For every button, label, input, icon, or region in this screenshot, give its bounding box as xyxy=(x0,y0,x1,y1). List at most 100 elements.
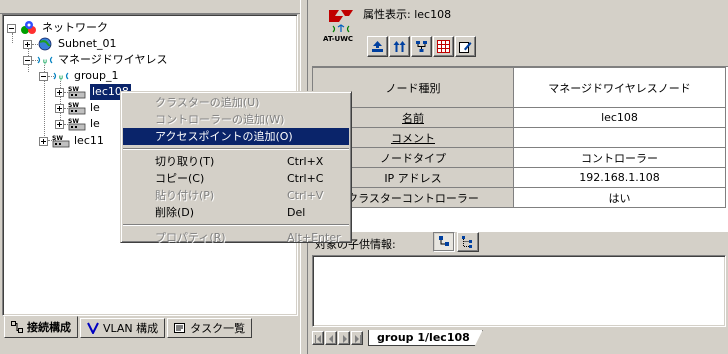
menu-item-label: 切り取り(T) xyxy=(155,155,215,168)
edit-icon xyxy=(459,42,472,53)
table-value-cell[interactable]: はい xyxy=(513,187,726,208)
right-pane: AT-UWC 属性表示: lec108 ノード種別 マネージドワイヤレスノード … xyxy=(309,0,728,354)
tab-vlan[interactable]: VLAN 構成 xyxy=(80,318,166,338)
edit-button[interactable] xyxy=(455,36,476,57)
menu-item-shortcut: Alt+Enter xyxy=(287,231,341,244)
svg-text:ψ: ψ xyxy=(59,74,63,81)
tab-topology[interactable]: 接続構成 xyxy=(4,316,78,338)
table-value-cell[interactable]: 192.168.1.108 xyxy=(513,167,726,188)
menu-item-shortcut: Ctrl+V xyxy=(287,189,324,202)
table-row: クラスターコントローラー はい xyxy=(312,187,726,208)
switch-icon: SW xyxy=(68,101,86,115)
menu-separator xyxy=(123,148,349,150)
network-icon xyxy=(20,21,38,35)
detail-view-icon xyxy=(439,236,449,246)
tree-node-switch[interactable]: SW le xyxy=(55,116,100,132)
attribute-toolbar xyxy=(367,36,477,57)
sheet-tab[interactable]: group 1/lec108 xyxy=(368,330,483,346)
menu-item-paste[interactable]: 貼り付け(P) Ctrl+V xyxy=(123,187,349,204)
expand-toggle[interactable] xyxy=(55,119,64,129)
menu-item-label: プロパティ(R) xyxy=(155,231,226,244)
table-row: 名前 lec108 xyxy=(312,107,726,128)
table-row: IP アドレス 192.168.1.108 xyxy=(312,167,726,188)
tree-label: マネージドワイヤレス xyxy=(58,53,168,66)
at-uwc-logo: AT-UWC xyxy=(323,8,357,43)
tree-node-managed-wireless[interactable]: ψ マネージドワイヤレス xyxy=(23,52,167,68)
menu-item-add-controller[interactable]: コントローラーの追加(W) xyxy=(123,111,349,128)
last-sheet-button[interactable] xyxy=(351,331,363,345)
left-tab-bar: 接続構成 VLAN 構成 タスク一覧 xyxy=(4,316,254,340)
context-menu: クラスターの追加(U) コントローラーの追加(W) アクセスポイントの追加(O)… xyxy=(120,91,352,246)
first-sheet-button[interactable] xyxy=(312,331,324,345)
svg-text:ψ: ψ xyxy=(43,58,47,65)
globe-icon xyxy=(36,37,54,51)
table-header-row: ノード種別 マネージドワイヤレスノード xyxy=(312,67,726,108)
menu-item-add-cluster[interactable]: クラスターの追加(U) xyxy=(123,94,349,111)
transfer-icon xyxy=(393,41,406,52)
menu-item-label: コントローラーの追加(W) xyxy=(155,113,285,126)
table-row: コメント xyxy=(312,127,726,148)
tree-node-lec11[interactable]: SW lec11 xyxy=(39,133,104,149)
upload-icon xyxy=(372,41,383,52)
tab-task-list[interactable]: タスク一覧 xyxy=(167,318,253,338)
table-value-cell[interactable]: マネージドワイヤレスノード xyxy=(513,67,726,108)
table-value-cell[interactable]: コントローラー xyxy=(513,147,726,168)
upload-button[interactable] xyxy=(367,36,388,57)
detail-view-button[interactable] xyxy=(433,232,455,252)
attribute-title: 属性表示: lec108 xyxy=(363,8,452,21)
menu-item-label: 貼り付け(P) xyxy=(155,189,215,202)
transfer-button[interactable] xyxy=(389,36,410,57)
logo-text: AT-UWC xyxy=(323,35,354,43)
switch-icon: SW xyxy=(68,85,86,99)
tree-view-icon xyxy=(462,236,472,248)
menu-item-copy[interactable]: コピー(C) Ctrl+C xyxy=(123,170,349,187)
wireless-icon: ψ xyxy=(36,53,54,67)
tab-label: VLAN 構成 xyxy=(103,322,159,335)
child-view-buttons xyxy=(433,232,481,252)
collapse-toggle[interactable] xyxy=(7,23,16,33)
task-list-icon xyxy=(174,322,186,334)
expand-toggle[interactable] xyxy=(55,103,64,113)
child-info-panel[interactable] xyxy=(312,255,726,327)
attribute-table-panel: ノード種別 マネージドワイヤレスノード 名前 lec108 コメント ノードタイ… xyxy=(312,66,728,232)
menu-item-shortcut: Del xyxy=(287,206,306,219)
tab-label: 接続構成 xyxy=(27,321,71,334)
menu-item-properties[interactable]: プロパティ(R) Alt+Enter xyxy=(123,229,349,246)
tree-label: group_1 xyxy=(74,69,119,82)
tree-view-button[interactable] xyxy=(457,232,479,252)
menu-item-shortcut: Ctrl+X xyxy=(287,155,324,168)
menu-item-delete[interactable]: 削除(D) Del xyxy=(123,204,349,221)
expand-toggle[interactable] xyxy=(23,39,32,49)
network-map-icon xyxy=(416,41,427,52)
tree-node-network[interactable]: ネットワーク xyxy=(7,20,108,36)
collapse-toggle[interactable] xyxy=(39,71,48,81)
collapse-toggle[interactable] xyxy=(23,55,32,65)
prev-sheet-button[interactable] xyxy=(325,331,337,345)
menu-item-shortcut: Ctrl+C xyxy=(287,172,324,185)
switch-icon: SW xyxy=(68,117,86,131)
table-value-cell[interactable]: lec108 xyxy=(513,107,726,128)
tree-node-switch[interactable]: SW le xyxy=(55,100,100,116)
table-value-cell[interactable] xyxy=(513,127,726,148)
tree-label: le xyxy=(90,101,100,114)
tree-label: ネットワーク xyxy=(42,21,108,34)
wireless-icon: ψ xyxy=(52,69,70,83)
tree-node-group[interactable]: ψ group_1 xyxy=(39,68,118,84)
menu-item-add-access-point[interactable]: アクセスポイントの追加(O) xyxy=(123,128,349,145)
menu-item-label: コピー(C) xyxy=(155,172,205,185)
expand-toggle[interactable] xyxy=(55,87,64,97)
menu-item-cut[interactable]: 切り取り(T) Ctrl+X xyxy=(123,153,349,170)
expand-toggle[interactable] xyxy=(39,136,48,146)
topology-icon xyxy=(11,321,23,333)
menu-separator xyxy=(123,224,349,226)
tree-node-subnet[interactable]: Subnet_01 xyxy=(23,36,117,52)
attribute-table: ノード種別 マネージドワイヤレスノード 名前 lec108 コメント ノードタイ… xyxy=(312,67,726,208)
vlan-icon xyxy=(87,322,99,336)
grid-button[interactable] xyxy=(433,36,454,57)
network-map-button[interactable] xyxy=(411,36,432,57)
next-sheet-button[interactable] xyxy=(338,331,350,345)
tree-label: le xyxy=(90,117,100,130)
grid-icon xyxy=(437,40,450,53)
menu-item-label: 削除(D) xyxy=(155,206,195,219)
left-pane-header xyxy=(0,0,300,14)
